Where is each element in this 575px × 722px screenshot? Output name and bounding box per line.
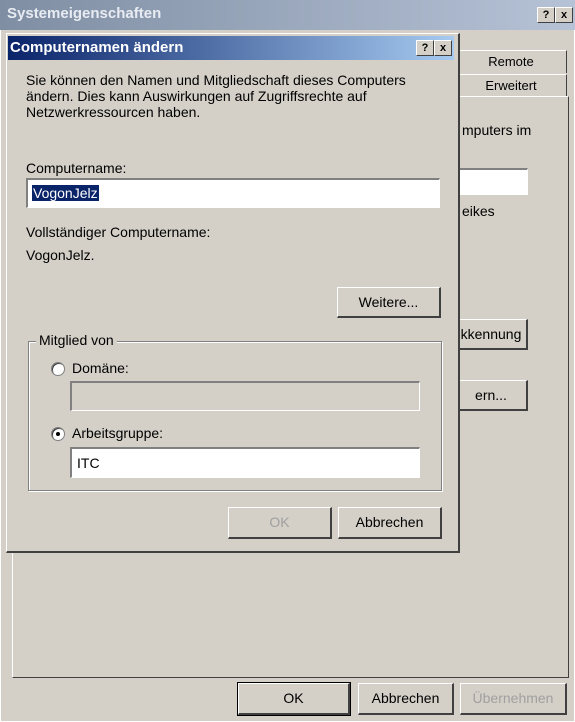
computer-name-selected-text: VogonJelz: [32, 185, 99, 201]
back-help-button[interactable]: ?: [537, 7, 555, 23]
dialog-description: Sie können den Namen und Mitgliedschaft …: [26, 72, 406, 120]
workgroup-radio-selected-dot: [56, 432, 60, 436]
tab-remote[interactable]: Remote: [455, 50, 567, 73]
workgroup-radio[interactable]: [51, 427, 65, 441]
partial-button-id[interactable]: kkennung: [455, 319, 528, 350]
computer-name-label: Computername:: [26, 160, 127, 176]
partial-text-eikes: eikes: [462, 203, 495, 219]
full-name-value: VogonJelz.: [26, 247, 95, 263]
system-properties-title: Systemeigenschaften: [7, 5, 162, 22]
computer-name-input[interactable]: VogonJelz: [26, 178, 440, 208]
partial-button-change[interactable]: ern...: [455, 380, 528, 411]
workgroup-label: Arbeitsgruppe:: [72, 425, 164, 441]
member-of-label: Mitglied von: [36, 332, 117, 348]
partial-text-computers: mputers im: [462, 122, 532, 138]
back-apply-button[interactable]: Übernehmen: [460, 683, 567, 715]
domain-input[interactable]: [70, 381, 420, 411]
back-ok-button[interactable]: OK: [237, 682, 351, 716]
more-button[interactable]: Weitere...: [337, 287, 441, 318]
dialog-title: Computernamen ändern: [10, 39, 184, 56]
dialog-cancel-button[interactable]: Abbrechen: [338, 507, 442, 539]
workgroup-input[interactable]: ITC: [70, 447, 420, 478]
dialog-ok-button[interactable]: OK: [228, 507, 332, 539]
workgroup-value: ITC: [77, 455, 100, 471]
domain-radio[interactable]: [51, 362, 65, 376]
dialog-help-button[interactable]: ?: [416, 40, 434, 56]
partial-textbox[interactable]: [458, 168, 528, 195]
domain-label: Domäne:: [72, 360, 129, 376]
tab-advanced[interactable]: Erweitert: [455, 74, 567, 97]
full-name-label: Vollständiger Computername:: [26, 224, 211, 240]
dialog-close-button[interactable]: x: [434, 40, 452, 56]
back-close-button[interactable]: x: [555, 7, 573, 23]
back-cancel-button[interactable]: Abbrechen: [358, 683, 454, 715]
